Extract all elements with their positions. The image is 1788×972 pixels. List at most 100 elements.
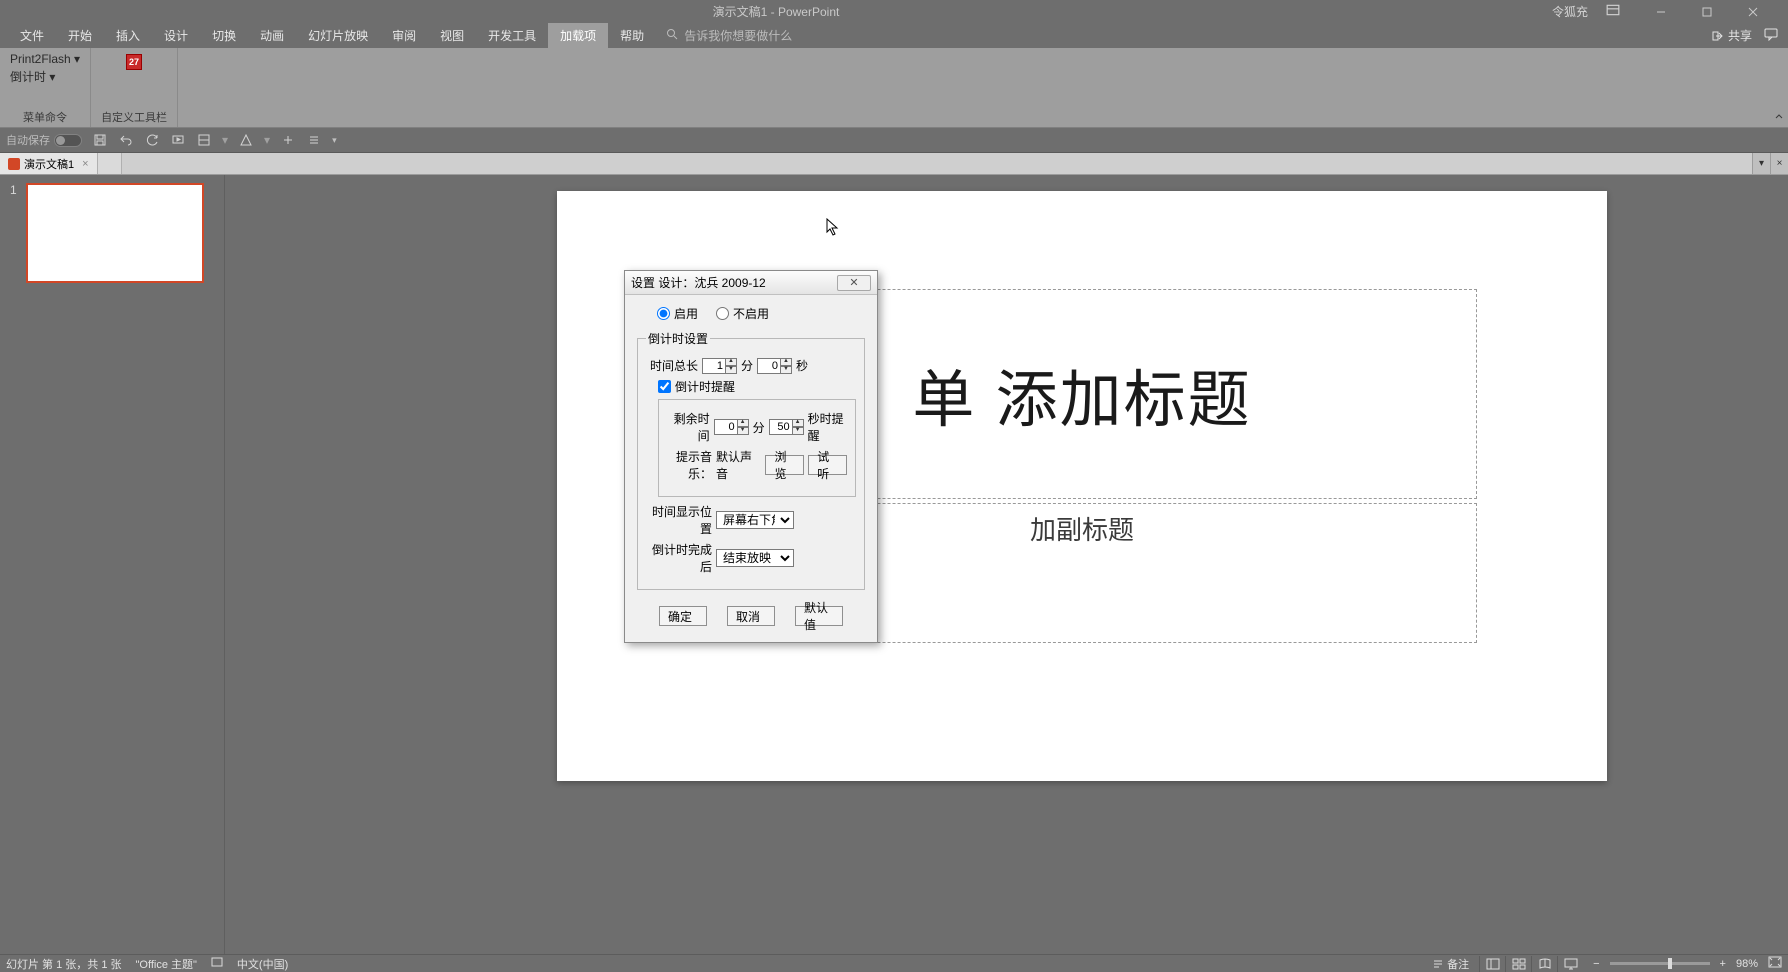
new-tab-button[interactable] (98, 153, 122, 174)
radio-enable[interactable]: 启用 (657, 305, 698, 322)
dialog-title-text: 设置 设计：沈兵 2009-12 (631, 274, 766, 291)
total-minutes-spinner[interactable]: ▲▼ (702, 358, 737, 374)
ok-button[interactable]: 确定 (659, 606, 707, 626)
slide-canvas-area[interactable]: 单 添加标题 加副标题 (225, 175, 1788, 954)
app-title: 演示文稿1 - PowerPoint (0, 3, 1552, 20)
document-tab-label: 演示文稿1 (24, 156, 74, 172)
ribbon-group-label-menu: 菜单命令 (10, 109, 80, 125)
dialog-titlebar[interactable]: 设置 设计：沈兵 2009-12 ✕ (625, 271, 877, 295)
music-label: 提示音乐： (667, 448, 712, 482)
tab-review[interactable]: 审阅 (380, 23, 428, 48)
share-button[interactable]: 共享 (1712, 27, 1752, 44)
language[interactable]: 中文(中国) (237, 956, 288, 972)
ribbon-tabs: 文件 开始 插入 设计 切换 动画 幻灯片放映 审阅 视图 开发工具 加载项 帮… (0, 23, 1788, 48)
zoom-level[interactable]: 98% (1736, 958, 1758, 970)
user-name[interactable]: 令狐充 (1552, 3, 1588, 20)
tab-file[interactable]: 文件 (8, 23, 56, 48)
zoom-out-icon[interactable]: − (1593, 958, 1599, 970)
maximize-button[interactable] (1684, 0, 1730, 23)
total-time-label: 时间总长 (646, 357, 698, 374)
spellcheck-icon[interactable] (211, 956, 223, 971)
position-label: 时间显示位置 (646, 503, 712, 537)
ribbon-body: Print2Flash ▾ 倒计时 ▾ 菜单命令 27 自定义工具栏 (0, 48, 1788, 128)
slideshow-view-icon[interactable] (1557, 956, 1583, 972)
reminder-label: 倒计时提醒 (675, 378, 735, 395)
notes-button[interactable]: 备注 (1432, 956, 1469, 972)
theme-name: "Office 主题" (136, 956, 197, 972)
tab-slideshow[interactable]: 幻灯片放映 (296, 23, 380, 48)
slide-thumbnail-panel[interactable]: 1 (0, 175, 225, 954)
qat-shape-icon[interactable] (238, 132, 254, 148)
powerpoint-file-icon (8, 158, 20, 170)
sorter-view-icon[interactable] (1505, 956, 1531, 972)
zoom-slider[interactable] (1610, 962, 1710, 965)
tab-dropdown-icon[interactable]: ▾ (1752, 153, 1770, 174)
remain-min-spinner[interactable]: ▲▼ (714, 419, 749, 435)
touch-mode-icon[interactable] (280, 132, 296, 148)
collapse-ribbon-icon[interactable] (1774, 112, 1784, 125)
reminder-checkbox[interactable] (658, 380, 671, 393)
remaining-label: 剩余时间 (667, 410, 710, 444)
fit-to-window-icon[interactable] (1768, 956, 1782, 971)
search-icon (666, 28, 678, 43)
qat-customize-icon[interactable]: ▾ (332, 135, 337, 146)
workspace: 1 单 添加标题 加副标题 (0, 175, 1788, 954)
after-label: 倒计时完成后 (646, 541, 712, 575)
redo-icon[interactable] (144, 132, 160, 148)
default-button[interactable]: 默认值 (795, 606, 843, 626)
tab-help[interactable]: 帮助 (608, 23, 656, 48)
cancel-button[interactable]: 取消 (727, 606, 775, 626)
status-bar: 幻灯片 第 1 张，共 1 张 "Office 主题" 中文(中国) 备注 − … (0, 954, 1788, 972)
autosave-toggle[interactable] (54, 134, 82, 147)
qat-sep2: ▾ (264, 133, 270, 147)
music-value: 默认声音 (716, 448, 758, 482)
tab-close-all-icon[interactable]: × (1770, 153, 1788, 174)
autosave-label: 自动保存 (6, 132, 50, 148)
ribbon-display-icon[interactable] (1606, 3, 1620, 20)
ribbon-group-label-toolbar: 自定义工具栏 (101, 109, 167, 125)
tab-developer[interactable]: 开发工具 (476, 23, 548, 48)
reading-view-icon[interactable] (1531, 956, 1557, 972)
total-seconds-spinner[interactable]: ▲▼ (757, 358, 792, 374)
tell-me-placeholder: 告诉我你想要做什么 (684, 27, 792, 44)
document-tab-strip: 演示文稿1 × ▾ × (0, 153, 1788, 175)
close-icon[interactable]: × (82, 158, 88, 170)
reminder-group: 剩余时间 ▲▼ 分 ▲▼ 秒时提醒 提示音乐： 默认声音 浏览 试听 (658, 399, 856, 497)
title-bar: 演示文稿1 - PowerPoint 令狐充 (0, 0, 1788, 23)
countdown-settings-dialog: 设置 设计：沈兵 2009-12 ✕ 启用 不启用 倒计时设置 时间总长 ▲▼ … (624, 270, 878, 643)
close-button[interactable] (1730, 0, 1776, 23)
tab-insert[interactable]: 插入 (104, 23, 152, 48)
browse-button[interactable]: 浏览 (765, 455, 804, 475)
start-from-beginning-icon[interactable] (170, 132, 186, 148)
tell-me-search[interactable]: 告诉我你想要做什么 (666, 23, 792, 48)
slide-thumbnail[interactable] (26, 183, 204, 283)
radio-disable[interactable]: 不启用 (716, 305, 769, 322)
tab-transitions[interactable]: 切换 (200, 23, 248, 48)
after-select[interactable]: 结束放映 (716, 549, 794, 567)
save-icon[interactable] (92, 132, 108, 148)
slide-count[interactable]: 幻灯片 第 1 张，共 1 张 (6, 956, 122, 972)
tab-view[interactable]: 视图 (428, 23, 476, 48)
countdown-group-legend: 倒计时设置 (646, 330, 710, 347)
tab-design[interactable]: 设计 (152, 23, 200, 48)
countdown-menu[interactable]: 倒计时 ▾ (10, 68, 80, 85)
countdown-group: 倒计时设置 时间总长 ▲▼ 分 ▲▼ 秒 倒计时提醒 剩余时间 ▲▼ 分 ▲▼ … (637, 330, 865, 590)
position-select[interactable]: 屏幕右下角 (716, 511, 794, 529)
qat-tool-icon[interactable] (196, 132, 212, 148)
remain-sec-spinner[interactable]: ▲▼ (769, 419, 804, 435)
zoom-in-icon[interactable]: + (1720, 958, 1726, 970)
dialog-close-button[interactable]: ✕ (837, 275, 871, 291)
tryplay-button[interactable]: 试听 (808, 455, 847, 475)
tab-animations[interactable]: 动画 (248, 23, 296, 48)
print2flash-menu[interactable]: Print2Flash ▾ (10, 52, 80, 66)
document-tab[interactable]: 演示文稿1 × (0, 153, 98, 174)
normal-view-icon[interactable] (1479, 956, 1505, 972)
tab-home[interactable]: 开始 (56, 23, 104, 48)
minimize-button[interactable] (1638, 0, 1684, 23)
comments-icon[interactable] (1764, 27, 1778, 44)
qat-more-icon[interactable] (306, 132, 322, 148)
qat-sep: ▾ (222, 133, 228, 147)
undo-icon[interactable] (118, 132, 134, 148)
tab-addins[interactable]: 加载项 (548, 23, 608, 48)
p2f-icon[interactable]: 27 (126, 54, 142, 70)
